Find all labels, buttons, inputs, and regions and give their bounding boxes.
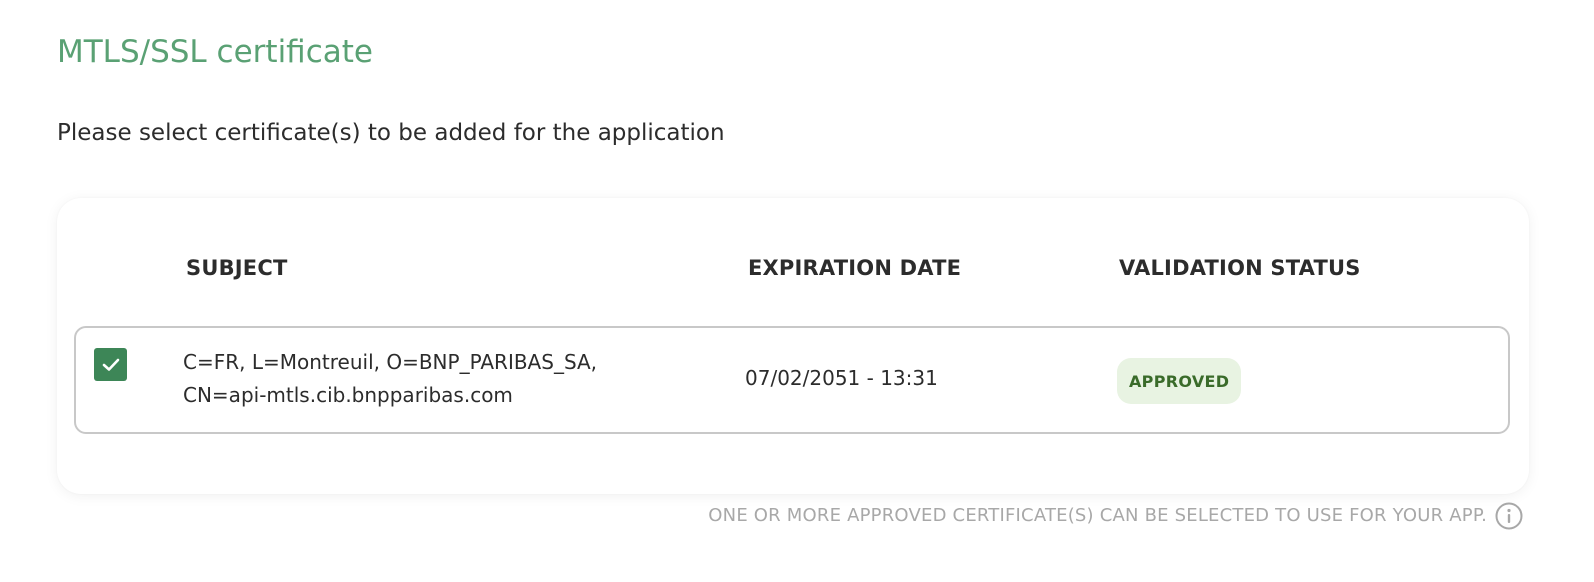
selection-hint-text: ONE OR MORE APPROVED CERTIFICATE(S) CAN …: [708, 505, 1487, 526]
page-title: MTLS/SSL certificate: [57, 34, 373, 70]
certificate-row[interactable]: C=FR, L=Montreuil, O=BNP_PARIBAS_SA, CN=…: [74, 326, 1510, 434]
checkmark-icon: [102, 358, 119, 371]
certificate-expiration-date: 07/02/2051 - 13:31: [745, 366, 938, 390]
column-header-validation-status: VALIDATION STATUS: [1119, 256, 1361, 280]
column-header-expiration-date: EXPIRATION DATE: [748, 256, 962, 280]
instructions-text: Please select certificate(s) to be added…: [57, 120, 725, 146]
row-select-checkbox[interactable]: [94, 348, 127, 381]
info-icon[interactable]: [1495, 502, 1523, 530]
column-header-subject: SUBJECT: [186, 256, 288, 280]
certificate-subject: C=FR, L=Montreuil, O=BNP_PARIBAS_SA, CN=…: [183, 350, 598, 407]
status-badge: APPROVED: [1117, 358, 1242, 404]
